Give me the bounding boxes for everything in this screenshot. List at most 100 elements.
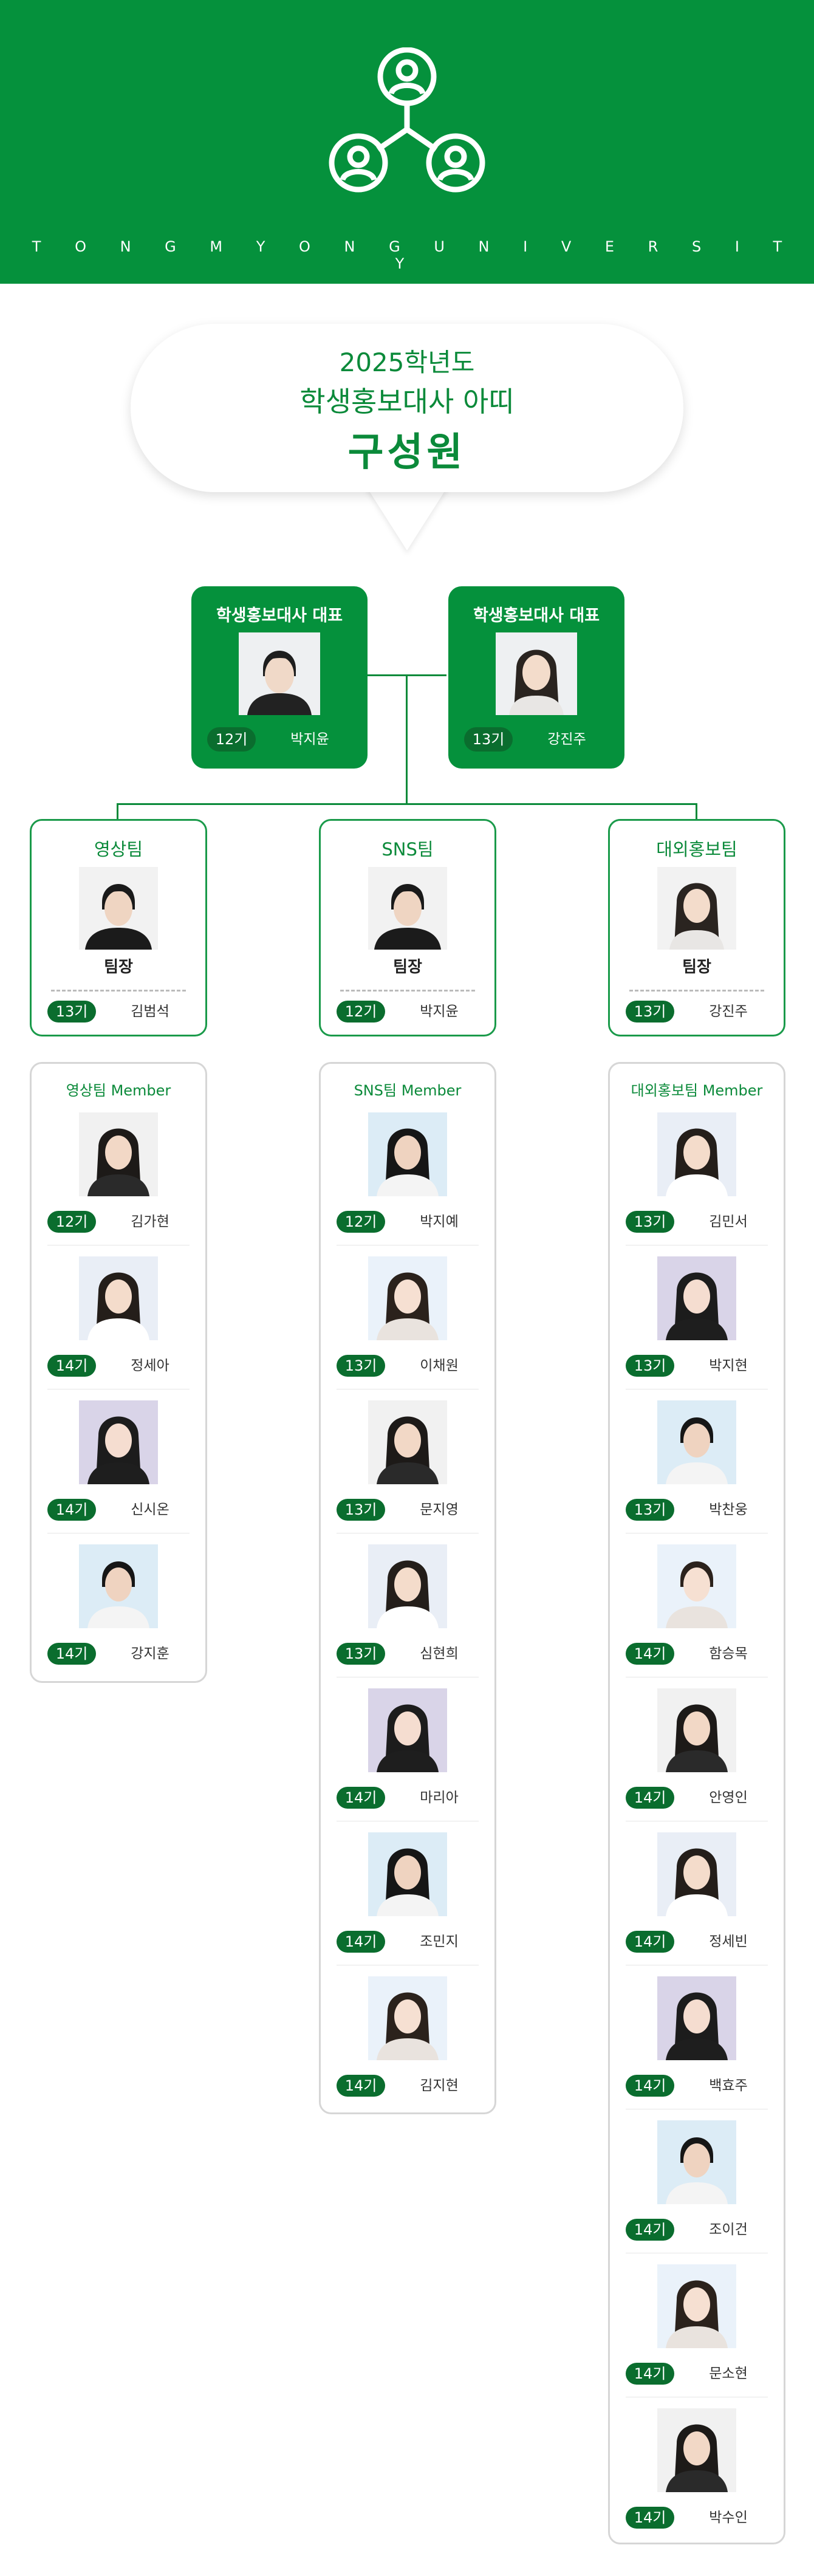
generation-badge: 13기 [337, 1355, 385, 1377]
generation-badge: 14기 [626, 1787, 674, 1809]
member-name: 강진주 [547, 731, 586, 747]
member-card: 14기 강지훈 [47, 1544, 190, 1688]
member-card: 14기 백효주 [626, 1976, 768, 2120]
generation-badge: 14기 [47, 1643, 96, 1665]
generation-badge: 12기 [337, 1211, 385, 1233]
generation-badge: 14기 [626, 2075, 674, 2097]
generation-badge: 13기 [626, 1211, 674, 1233]
profile-photo [79, 867, 158, 950]
member-group-title: SNS팀 Member [354, 1082, 462, 1099]
member-name: 박찬웅 [709, 1502, 748, 1518]
representative-card: 학생홍보대사 대표 13기 강진주 [448, 586, 624, 769]
member-card: 14기 문소현 [626, 2264, 768, 2408]
team-card-external-pr: 대외홍보팀 팀장 13기 강진주 [608, 819, 785, 1036]
member-name: 조이건 [709, 2222, 748, 2238]
role-label: 팀장 [682, 958, 711, 976]
member-name: 신시온 [131, 1502, 169, 1518]
team-title: 영상팀 [94, 839, 143, 860]
member-group-external-pr: 대외홍보팀 Member 13기 김민서 13기 박지현 13기 박찬웅 14기 함승목 14기… [608, 1062, 785, 2544]
member-name: 박수인 [709, 2510, 748, 2526]
team-card-video: 영상팀 팀장 13기 김범석 [30, 819, 207, 1036]
profile-photo [79, 1112, 158, 1196]
profile-photo [657, 2264, 736, 2348]
profile-photo [368, 1688, 447, 1772]
member-name: 김민서 [709, 1214, 748, 1230]
profile-photo [657, 867, 736, 950]
profile-photo [657, 1112, 736, 1196]
generation-badge: 13기 [464, 727, 513, 752]
member-card: 14기 박수인 [626, 2408, 768, 2552]
member-card: 14기 신시온 [47, 1400, 190, 1544]
member-card: 14기 조민지 [337, 1832, 479, 1976]
team-title: SNS팀 [381, 839, 434, 860]
generation-badge: 12기 [47, 1211, 96, 1233]
member-card: 12기 김가현 [47, 1112, 190, 1256]
profile-photo [368, 1976, 447, 2060]
member-card: 14기 안영인 [626, 1688, 768, 1832]
member-card: 14기 조이건 [626, 2120, 768, 2264]
member-name: 정세아 [131, 1358, 169, 1374]
profile-photo [368, 867, 447, 950]
university-tagline: T O N G M Y O N G U N I V E R S I T Y [32, 238, 797, 272]
generation-badge: 13기 [626, 1499, 674, 1521]
role-label: 팀장 [393, 958, 422, 976]
dashed-divider [629, 990, 764, 992]
connector-teams-horizontal [117, 803, 697, 805]
member-card: 13기 문지영 [337, 1400, 479, 1544]
generation-badge: 13기 [47, 1001, 96, 1023]
profile-photo [79, 1544, 158, 1628]
member-name: 심현희 [420, 1646, 459, 1662]
connector-team-right [696, 803, 697, 820]
role-label: 팀장 [104, 958, 133, 976]
connector-team-left [117, 803, 118, 820]
member-name: 박지윤 [290, 731, 329, 747]
dashed-divider [51, 990, 186, 992]
generation-badge: 13기 [337, 1643, 385, 1665]
member-name: 마리아 [420, 1790, 459, 1806]
generation-badge: 14기 [626, 2219, 674, 2241]
profile-photo [79, 1256, 158, 1340]
member-name: 조민지 [420, 1934, 459, 1950]
profile-photo [496, 632, 577, 715]
member-name: 함승목 [709, 1646, 748, 1662]
generation-badge: 14기 [626, 1643, 674, 1665]
member-card: 13기 박찬웅 [626, 1400, 768, 1544]
member-name: 김지현 [420, 2078, 459, 2094]
profile-photo [657, 1400, 736, 1484]
generation-badge: 14기 [47, 1499, 96, 1521]
title-main: 구성원 [347, 430, 467, 475]
member-card: 13기 이채원 [337, 1256, 479, 1400]
profile-photo [657, 1688, 736, 1772]
member-name: 안영인 [709, 1790, 748, 1806]
profile-photo [657, 2408, 736, 2492]
generation-badge: 14기 [626, 2507, 674, 2529]
rep-title: 학생홍보대사 대표 [216, 606, 343, 625]
title-year: 2025학년도 [339, 348, 475, 377]
member-name: 박지현 [709, 1358, 748, 1374]
representative-card: 학생홍보대사 대표 12기 박지윤 [191, 586, 368, 769]
profile-photo [368, 1400, 447, 1484]
profile-photo [657, 1976, 736, 2060]
generation-badge: 13기 [337, 1499, 385, 1521]
member-card: 12기 박지예 [337, 1112, 479, 1256]
profile-photo [368, 1256, 447, 1340]
member-group-sns: SNS팀 Member 12기 박지예 13기 이채원 13기 문지영 13기 심현희 14기 마… [319, 1062, 496, 2114]
rep-title: 학생홍보대사 대표 [473, 606, 600, 625]
profile-photo [368, 1544, 447, 1628]
header-banner: T O N G M Y O N G U N I V E R S I T Y [0, 0, 814, 284]
member-name: 김가현 [131, 1214, 169, 1230]
generation-badge: 14기 [47, 1355, 96, 1377]
profile-photo [657, 2120, 736, 2204]
member-group-video: 영상팀 Member 12기 김가현 14기 정세아 14기 신시온 14기 강지훈 [30, 1062, 207, 1683]
member-card: 14기 정세아 [47, 1256, 190, 1400]
member-card: 13기 심현희 [337, 1544, 479, 1688]
member-name: 정세빈 [709, 1934, 748, 1950]
profile-photo [368, 1112, 447, 1196]
member-card: 13기 김민서 [626, 1112, 768, 1256]
generation-badge: 14기 [337, 2075, 385, 2097]
profile-photo [657, 1256, 736, 1340]
generation-badge: 13기 [626, 1355, 674, 1377]
connector-trunk [406, 674, 408, 805]
profile-photo [239, 632, 320, 715]
member-name: 박지윤 [420, 1004, 459, 1019]
